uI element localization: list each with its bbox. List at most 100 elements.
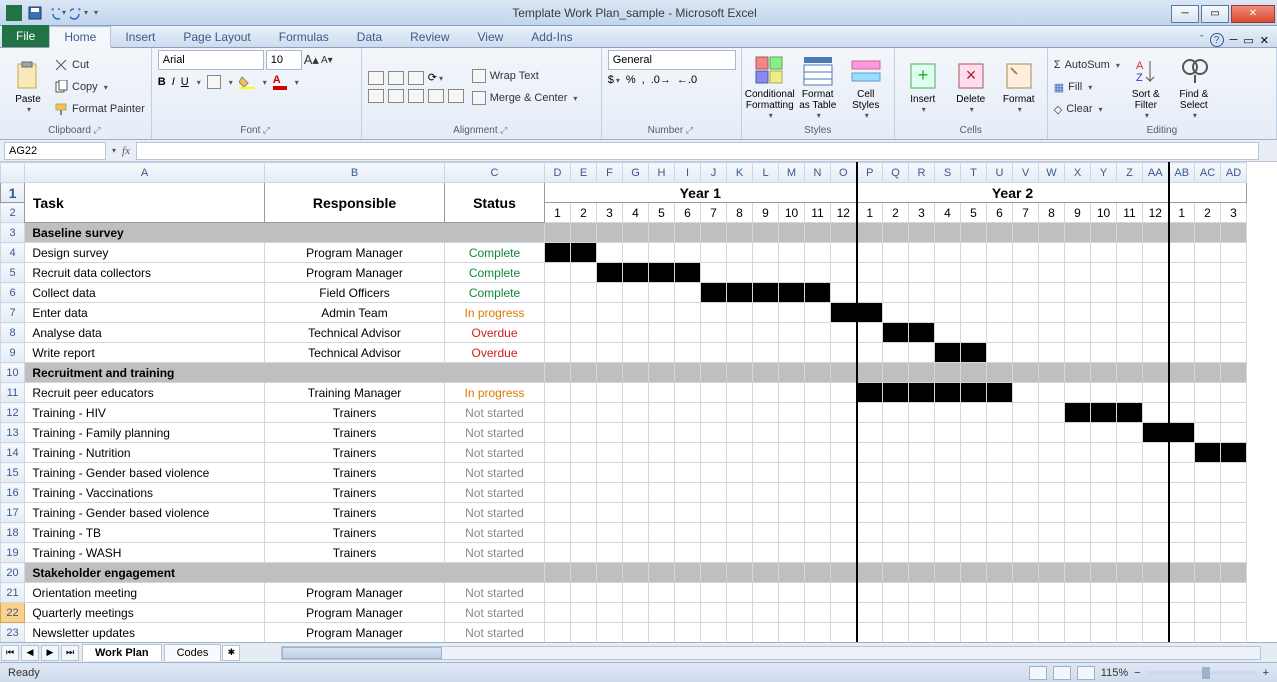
gantt-cell[interactable] xyxy=(727,263,753,283)
gantt-cell[interactable] xyxy=(649,623,675,643)
gantt-cell[interactable] xyxy=(1169,343,1195,363)
gantt-cell[interactable] xyxy=(571,603,597,623)
cell-responsible[interactable]: Technical Advisor xyxy=(265,343,445,363)
gantt-cell[interactable] xyxy=(649,443,675,463)
gantt-cell[interactable] xyxy=(805,623,831,643)
gantt-cell[interactable] xyxy=(623,523,649,543)
gantt-cell[interactable] xyxy=(1117,323,1143,343)
gantt-cell[interactable] xyxy=(1065,283,1091,303)
gantt-cell[interactable] xyxy=(1013,303,1039,323)
gantt-cell[interactable] xyxy=(1039,463,1065,483)
gantt-cell[interactable] xyxy=(1195,263,1221,283)
gantt-cell[interactable] xyxy=(675,243,701,263)
gantt-cell[interactable] xyxy=(727,623,753,643)
gantt-cell[interactable] xyxy=(1143,383,1169,403)
gantt-cell[interactable] xyxy=(623,263,649,283)
gantt-cell[interactable] xyxy=(701,303,727,323)
gantt-cell[interactable] xyxy=(1169,383,1195,403)
gantt-cell[interactable] xyxy=(727,443,753,463)
conditional-formatting-button[interactable]: Conditional Formatting▾ xyxy=(748,54,792,120)
gantt-cell[interactable] xyxy=(675,423,701,443)
gantt-cell[interactable] xyxy=(779,343,805,363)
gantt-cell[interactable] xyxy=(857,383,883,403)
shrink-font-icon[interactable]: A▾ xyxy=(321,50,333,70)
gantt-cell[interactable] xyxy=(1143,623,1169,643)
gantt-cell[interactable] xyxy=(1039,623,1065,643)
gantt-cell[interactable] xyxy=(883,423,909,443)
gantt-cell[interactable] xyxy=(1039,503,1065,523)
gantt-cell[interactable] xyxy=(909,443,935,463)
gantt-cell[interactable] xyxy=(623,303,649,323)
gantt-cell[interactable] xyxy=(909,383,935,403)
gantt-cell[interactable] xyxy=(909,283,935,303)
gantt-cell[interactable] xyxy=(987,323,1013,343)
gantt-cell[interactable] xyxy=(649,503,675,523)
help-icon[interactable]: ? xyxy=(1210,33,1224,47)
gantt-cell[interactable] xyxy=(675,323,701,343)
normal-view-icon[interactable] xyxy=(1029,666,1047,680)
gantt-cell[interactable] xyxy=(805,503,831,523)
gantt-cell[interactable] xyxy=(909,483,935,503)
gantt-cell[interactable] xyxy=(649,403,675,423)
gantt-cell[interactable] xyxy=(571,263,597,283)
gantt-cell[interactable] xyxy=(1143,523,1169,543)
gantt-cell[interactable] xyxy=(1039,523,1065,543)
zoom-in-icon[interactable]: + xyxy=(1263,667,1269,679)
gantt-cell[interactable] xyxy=(1013,583,1039,603)
gantt-cell[interactable] xyxy=(987,523,1013,543)
gantt-cell[interactable] xyxy=(1013,323,1039,343)
gantt-cell[interactable] xyxy=(1117,523,1143,543)
gantt-cell[interactable] xyxy=(805,483,831,503)
cell-task[interactable]: Design survey xyxy=(25,243,265,263)
gantt-cell[interactable] xyxy=(1065,443,1091,463)
maximize-button[interactable]: ▭ xyxy=(1201,5,1229,23)
gantt-cell[interactable] xyxy=(727,323,753,343)
gantt-cell[interactable] xyxy=(571,443,597,463)
gantt-cell[interactable] xyxy=(753,603,779,623)
gantt-cell[interactable] xyxy=(675,443,701,463)
increase-decimal-icon[interactable]: .0→ xyxy=(651,74,671,86)
gantt-cell[interactable] xyxy=(1013,443,1039,463)
gantt-cell[interactable] xyxy=(545,323,571,343)
row-14[interactable]: 14 xyxy=(1,443,25,463)
gantt-cell[interactable] xyxy=(1195,583,1221,603)
cell-responsible[interactable]: Program Manager xyxy=(265,263,445,283)
gantt-cell[interactable] xyxy=(571,423,597,443)
gantt-cell[interactable] xyxy=(831,403,857,423)
gantt-cell[interactable] xyxy=(883,463,909,483)
gantt-cell[interactable] xyxy=(1013,383,1039,403)
gantt-cell[interactable] xyxy=(1169,523,1195,543)
gantt-cell[interactable] xyxy=(935,283,961,303)
gantt-cell[interactable] xyxy=(1117,403,1143,423)
gantt-cell[interactable] xyxy=(675,603,701,623)
gantt-cell[interactable] xyxy=(987,383,1013,403)
gantt-cell[interactable] xyxy=(545,463,571,483)
gantt-cell[interactable] xyxy=(1013,543,1039,563)
gantt-cell[interactable] xyxy=(753,383,779,403)
gantt-cell[interactable] xyxy=(649,383,675,403)
gantt-cell[interactable] xyxy=(701,463,727,483)
gantt-cell[interactable] xyxy=(831,423,857,443)
gantt-cell[interactable] xyxy=(1143,603,1169,623)
row-16[interactable]: 16 xyxy=(1,483,25,503)
col-K[interactable]: K xyxy=(727,163,753,183)
gantt-cell[interactable] xyxy=(675,523,701,543)
page-layout-view-icon[interactable] xyxy=(1053,666,1071,680)
gantt-cell[interactable] xyxy=(545,603,571,623)
gantt-cell[interactable] xyxy=(1117,483,1143,503)
gantt-cell[interactable] xyxy=(1013,423,1039,443)
gantt-cell[interactable] xyxy=(831,463,857,483)
gantt-cell[interactable] xyxy=(1039,543,1065,563)
gantt-cell[interactable] xyxy=(701,423,727,443)
row-12[interactable]: 12 xyxy=(1,403,25,423)
gantt-cell[interactable] xyxy=(1065,503,1091,523)
gantt-cell[interactable] xyxy=(675,483,701,503)
col-G[interactable]: G xyxy=(623,163,649,183)
copy-button[interactable]: Copy▾ xyxy=(54,77,145,97)
gantt-cell[interactable] xyxy=(935,603,961,623)
gantt-cell[interactable] xyxy=(675,503,701,523)
cell-status[interactable]: Not started xyxy=(445,463,545,483)
gantt-cell[interactable] xyxy=(545,423,571,443)
gantt-cell[interactable] xyxy=(883,403,909,423)
gantt-cell[interactable] xyxy=(1039,343,1065,363)
